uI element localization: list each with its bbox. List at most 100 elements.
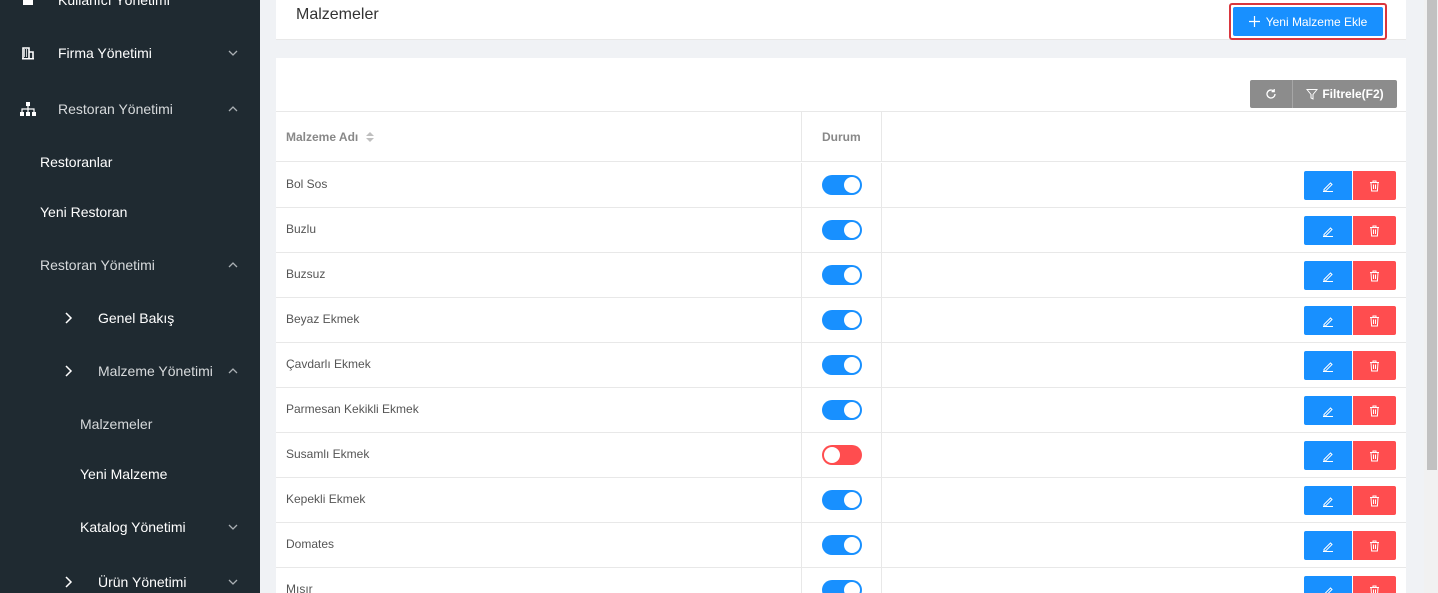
page-scrollbar[interactable] bbox=[1424, 0, 1438, 593]
toggle-knob bbox=[844, 222, 860, 238]
sidebar-item-malzemeler[interactable]: Malzemeler bbox=[0, 404, 260, 444]
edit-icon bbox=[1323, 226, 1333, 237]
edit-button[interactable] bbox=[1304, 351, 1352, 380]
edit-button[interactable] bbox=[1304, 261, 1352, 290]
delete-button[interactable] bbox=[1353, 216, 1396, 245]
status-toggle[interactable] bbox=[822, 220, 862, 240]
trash-icon bbox=[1370, 315, 1379, 326]
status-toggle[interactable] bbox=[822, 310, 862, 330]
refresh-icon bbox=[1266, 89, 1276, 99]
add-material-button[interactable]: Yeni Malzeme Ekle bbox=[1233, 7, 1383, 36]
delete-button[interactable] bbox=[1353, 486, 1396, 515]
sidebar: Kullanıcı Yönetimi Firma Yönetimi Restor… bbox=[0, 0, 260, 593]
status-toggle[interactable] bbox=[822, 445, 862, 465]
sidebar-item-yeni-restoran[interactable]: Yeni Restoran bbox=[0, 192, 260, 232]
column-header-label: Malzeme Adı bbox=[286, 130, 359, 144]
material-name: Buzlu bbox=[286, 222, 317, 236]
chevron-right-icon bbox=[65, 312, 73, 324]
edit-icon bbox=[1323, 316, 1333, 327]
sidebar-item-restoran-yonetimi-sub[interactable]: Restoran Yönetimi bbox=[0, 245, 260, 285]
status-toggle[interactable] bbox=[822, 265, 862, 285]
delete-button[interactable] bbox=[1353, 306, 1396, 335]
edit-button[interactable] bbox=[1304, 306, 1352, 335]
sidebar-item-urun-yonetimi[interactable]: Ürün Yönetimi bbox=[0, 562, 260, 593]
delete-button[interactable] bbox=[1353, 351, 1396, 380]
status-toggle[interactable] bbox=[822, 535, 862, 555]
toggle-knob bbox=[844, 537, 860, 553]
material-name: Buzsuz bbox=[286, 267, 326, 281]
material-name: Parmesan Kekikli Ekmek bbox=[286, 402, 419, 416]
column-divider bbox=[881, 253, 882, 298]
column-header-name[interactable]: Malzeme Adı bbox=[286, 112, 375, 162]
edit-button[interactable] bbox=[1304, 396, 1352, 425]
edit-icon bbox=[1323, 406, 1333, 417]
refresh-button[interactable] bbox=[1250, 80, 1293, 108]
toggle-knob bbox=[844, 492, 860, 508]
sidebar-item-label: Genel Bakış bbox=[98, 310, 175, 326]
building-icon bbox=[20, 45, 36, 61]
column-divider bbox=[801, 523, 802, 568]
trash-icon bbox=[1370, 405, 1379, 416]
status-toggle[interactable] bbox=[822, 175, 862, 195]
filter-label: Filtrele(F2) bbox=[1322, 87, 1384, 101]
edit-button[interactable] bbox=[1304, 216, 1352, 245]
status-toggle[interactable] bbox=[822, 355, 862, 375]
toggle-knob bbox=[844, 177, 860, 193]
table-row: Mısır bbox=[276, 568, 1406, 593]
edit-icon bbox=[1323, 181, 1333, 192]
trash-icon bbox=[1370, 450, 1379, 461]
table-header: Malzeme Adı Durum bbox=[276, 111, 1406, 162]
edit-button[interactable] bbox=[1304, 576, 1352, 593]
delete-button[interactable] bbox=[1353, 441, 1396, 470]
column-divider bbox=[881, 388, 882, 433]
delete-button[interactable] bbox=[1353, 396, 1396, 425]
materials-table-card: Filtrele(F2) Malzeme Adı Durum Bol Sos Bu… bbox=[276, 58, 1406, 593]
sidebar-item-restoranlar[interactable]: Restoranlar bbox=[0, 142, 260, 182]
chevron-down-icon bbox=[228, 50, 238, 56]
column-divider bbox=[801, 253, 802, 298]
sidebar-item-kullanici-yonetimi[interactable]: Kullanıcı Yönetimi bbox=[0, 0, 260, 20]
toggle-knob bbox=[824, 447, 840, 463]
sidebar-item-label: Yeni Restoran bbox=[40, 204, 128, 220]
sort-icon[interactable] bbox=[365, 130, 375, 144]
table-row: Bol Sos bbox=[276, 163, 1406, 208]
edit-button[interactable] bbox=[1304, 486, 1352, 515]
delete-button[interactable] bbox=[1353, 576, 1396, 593]
add-material-label: Yeni Malzeme Ekle bbox=[1265, 14, 1368, 29]
sidebar-item-label: Malzeme Yönetimi bbox=[98, 363, 213, 379]
scrollbar-thumb[interactable] bbox=[1427, 0, 1437, 470]
column-divider bbox=[801, 478, 802, 523]
column-divider bbox=[801, 112, 802, 162]
sidebar-item-malzeme-yonetimi[interactable]: Malzeme Yönetimi bbox=[0, 351, 260, 391]
edit-button[interactable] bbox=[1304, 441, 1352, 470]
column-divider bbox=[881, 523, 882, 568]
chevron-right-icon bbox=[65, 365, 73, 377]
material-name: Susamlı Ekmek bbox=[286, 447, 370, 461]
filter-icon bbox=[1306, 89, 1319, 100]
filter-button[interactable]: Filtrele(F2) bbox=[1293, 80, 1397, 108]
delete-button[interactable] bbox=[1353, 261, 1396, 290]
sidebar-item-restoran-yonetimi[interactable]: Restoran Yönetimi bbox=[0, 89, 260, 129]
sidebar-item-katalog-yonetimi[interactable]: Katalog Yönetimi bbox=[0, 507, 260, 547]
sidebar-item-genel-bakis[interactable]: Genel Bakış bbox=[0, 298, 260, 338]
column-divider bbox=[881, 478, 882, 523]
edit-button[interactable] bbox=[1304, 531, 1352, 560]
column-divider bbox=[801, 388, 802, 433]
column-header-status: Durum bbox=[822, 112, 861, 162]
material-name: Mısır bbox=[286, 582, 313, 593]
status-toggle[interactable] bbox=[822, 400, 862, 420]
status-toggle[interactable] bbox=[822, 580, 862, 593]
sidebar-item-firma-yonetimi[interactable]: Firma Yönetimi bbox=[0, 33, 260, 73]
trash-icon bbox=[1370, 225, 1379, 236]
table-row: Susamlı Ekmek bbox=[276, 433, 1406, 478]
chevron-right-icon bbox=[65, 576, 73, 588]
column-divider bbox=[881, 163, 882, 208]
delete-button[interactable] bbox=[1353, 531, 1396, 560]
delete-button[interactable] bbox=[1353, 171, 1396, 200]
table-row: Kepekli Ekmek bbox=[276, 478, 1406, 523]
trash-icon bbox=[1370, 540, 1379, 551]
sidebar-item-yeni-malzeme[interactable]: Yeni Malzeme bbox=[0, 454, 260, 494]
edit-button[interactable] bbox=[1304, 171, 1352, 200]
material-name: Kepekli Ekmek bbox=[286, 492, 366, 506]
status-toggle[interactable] bbox=[822, 490, 862, 510]
